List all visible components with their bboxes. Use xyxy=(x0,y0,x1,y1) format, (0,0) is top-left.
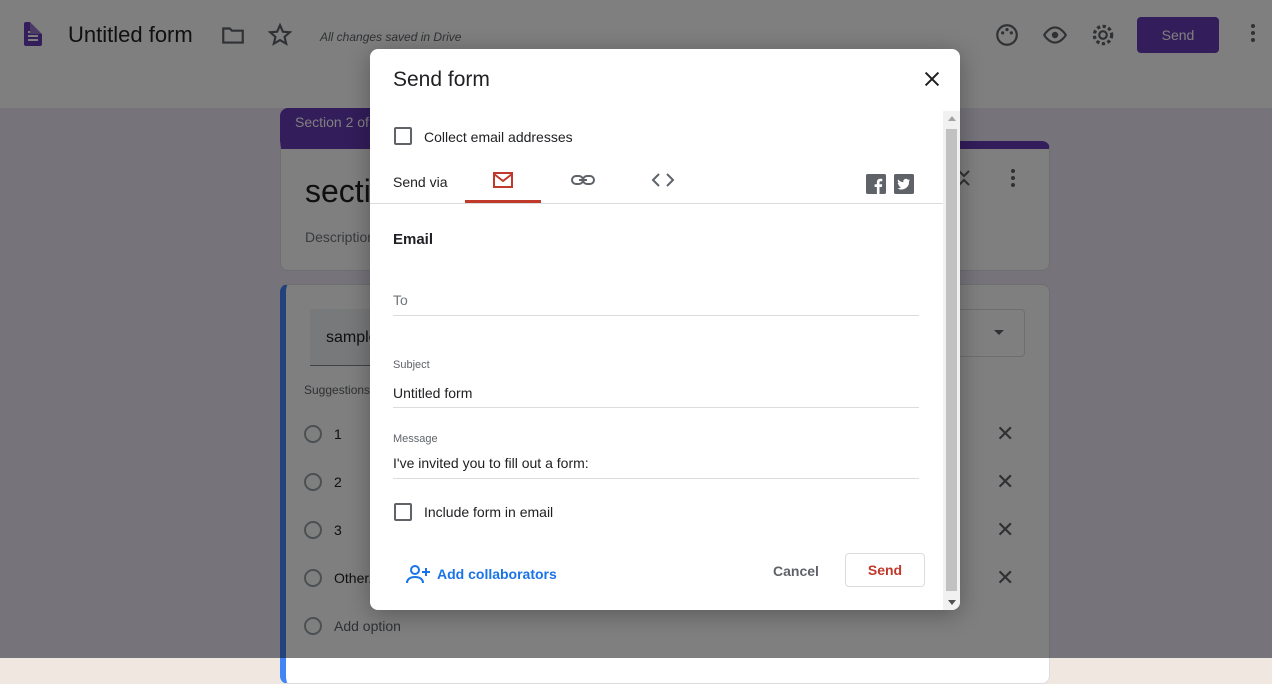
add-person-icon xyxy=(406,565,430,584)
collect-email-label[interactable]: Collect email addresses xyxy=(424,129,573,145)
twitter-icon[interactable] xyxy=(894,174,914,194)
dialog-scrollbar[interactable] xyxy=(943,111,960,610)
send-via-label: Send via xyxy=(393,174,448,190)
to-input[interactable] xyxy=(393,292,919,308)
dialog-title: Send form xyxy=(393,68,490,91)
email-section-heading: Email xyxy=(393,231,434,248)
subject-input[interactable] xyxy=(393,385,919,401)
include-form-checkbox[interactable] xyxy=(394,503,412,521)
tab-divider xyxy=(370,203,943,204)
send-button[interactable]: Send xyxy=(845,553,925,587)
link-icon xyxy=(571,175,595,185)
tab-email[interactable] xyxy=(465,161,541,203)
tab-embed[interactable] xyxy=(624,161,700,203)
close-icon[interactable] xyxy=(921,68,943,90)
to-field[interactable] xyxy=(393,287,919,316)
facebook-icon[interactable] xyxy=(866,174,886,194)
scroll-thumb[interactable] xyxy=(946,129,957,591)
embed-icon xyxy=(651,173,675,187)
add-collaborators-label: Add collaborators xyxy=(437,566,557,582)
cancel-button[interactable]: Cancel xyxy=(761,554,831,588)
tab-link[interactable] xyxy=(544,161,620,203)
scroll-up-arrow-icon[interactable] xyxy=(948,116,956,121)
email-icon xyxy=(493,172,513,188)
scroll-down-arrow-icon[interactable] xyxy=(948,600,956,605)
collect-email-checkbox[interactable] xyxy=(394,127,412,145)
message-field[interactable]: Message xyxy=(393,432,919,479)
send-form-dialog: Send form Collect email addresses Send v… xyxy=(370,49,960,610)
subject-label: Subject xyxy=(393,359,430,371)
message-input[interactable] xyxy=(393,455,919,471)
include-form-label[interactable]: Include form in email xyxy=(424,504,553,520)
subject-field[interactable]: Subject xyxy=(393,357,919,408)
message-label: Message xyxy=(393,433,438,445)
